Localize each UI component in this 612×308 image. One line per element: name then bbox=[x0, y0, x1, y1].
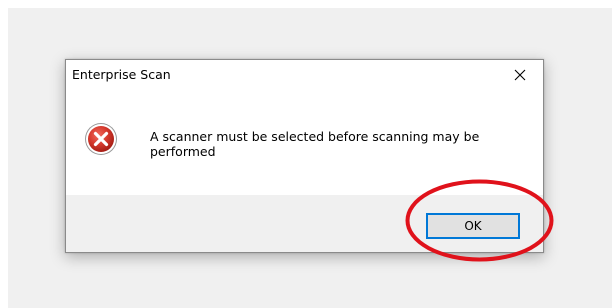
ok-button[interactable]: OK bbox=[426, 213, 520, 239]
title-bar: Enterprise Scan bbox=[66, 60, 543, 90]
close-button[interactable] bbox=[497, 60, 543, 90]
error-message: A scanner must be selected before scanni… bbox=[150, 129, 480, 159]
error-icon bbox=[85, 123, 117, 155]
error-dialog: Enterprise Scan A scanner must be select… bbox=[65, 59, 544, 253]
dialog-title: Enterprise Scan bbox=[72, 67, 171, 82]
dialog-content: A scanner must be selected before scanni… bbox=[66, 90, 543, 195]
dialog-footer: OK bbox=[66, 195, 543, 252]
close-icon bbox=[514, 69, 526, 81]
